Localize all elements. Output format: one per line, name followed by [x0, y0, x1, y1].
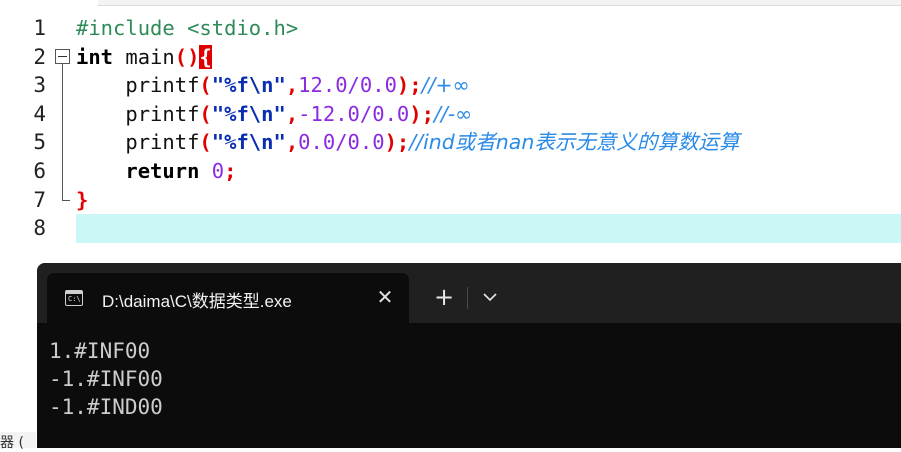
console-icon: C:\ [65, 290, 83, 306]
line-number: 8 [33, 216, 46, 241]
top-strip-line [98, 5, 901, 6]
preprocessor-directive: #include <stdio.h> [76, 16, 299, 40]
paren-open: ( [199, 73, 212, 98]
code-line-2: int main(){ [76, 43, 901, 72]
paren-open: ( [199, 130, 212, 155]
semicolon: ; [409, 73, 422, 98]
code-line-6: return 0; [76, 157, 901, 186]
printf-call: printf [76, 101, 200, 126]
comma: , [285, 73, 299, 98]
terminal-window[interactable]: C:\ D:\daima\C\数据类型.exe ✕ + 1.#INF00 -1.… [37, 263, 901, 448]
format-string: "%f\n" [211, 101, 286, 126]
line-number: 2 [33, 44, 46, 69]
tab-divider [467, 287, 468, 309]
line-number: 1 [33, 16, 46, 40]
output-line: 1.#INF00 [49, 339, 151, 363]
numeric-expression: 0.0/0.0 [298, 130, 385, 155]
comment: //+∞ [421, 73, 470, 98]
code-line-7: } [76, 186, 901, 215]
side-panel-fragment: 器 ( [0, 432, 36, 451]
paren-close: ) [409, 101, 422, 126]
comment: //ind或者nan表示无意义的算数运算 [409, 130, 740, 155]
code-editor[interactable]: 1 2 3 4 5 6 7 8 #include <stdio.h> int m… [0, 14, 901, 254]
printf-call: printf [76, 130, 200, 155]
numeric-expression: 12.0/0.0 [298, 73, 397, 98]
numeric-expression: -12.0/0.0 [298, 101, 410, 126]
comma: , [285, 130, 299, 155]
paren-close: ) [396, 73, 410, 98]
semicolon: ; [421, 101, 434, 126]
output-line: -1.#INF00 [49, 367, 163, 391]
semicolon: ; [396, 130, 410, 155]
chevron-down-icon[interactable] [477, 284, 503, 310]
code-area[interactable]: #include <stdio.h> int main(){ printf("%… [76, 14, 901, 243]
terminal-tab-bar: C:\ D:\daima\C\数据类型.exe ✕ + [37, 263, 901, 323]
console-icon-text: C:\ [68, 295, 81, 303]
keyword-return: return [76, 158, 200, 183]
top-strip [0, 0, 901, 6]
paren-open: ( [199, 101, 212, 126]
line-number: 7 [33, 187, 46, 212]
return-value: 0 [199, 158, 225, 183]
tab-title: D:\daima\C\数据类型.exe [102, 292, 292, 311]
format-string: "%f\n" [211, 130, 286, 155]
terminal-tab[interactable]: C:\ D:\daima\C\数据类型.exe ✕ [47, 273, 409, 323]
parentheses: () [174, 44, 200, 69]
comment: //-∞ [433, 101, 473, 126]
fold-guide-line [62, 64, 63, 200]
comma: , [285, 101, 299, 126]
closing-brace: } [76, 187, 89, 212]
code-line-8-current[interactable] [76, 214, 901, 243]
line-number-gutter: 1 2 3 4 5 6 7 8 [0, 14, 52, 243]
new-tab-button[interactable]: + [431, 284, 457, 310]
code-line-4: printf("%f\n",-12.0/0.0);//-∞ [76, 100, 901, 129]
fold-margin [52, 14, 74, 224]
format-string: "%f\n" [211, 73, 286, 98]
line-number: 3 [33, 73, 46, 98]
semicolon: ; [224, 158, 237, 183]
fold-end-marker [62, 200, 70, 201]
code-line-3: printf("%f\n",12.0/0.0);//+∞ [76, 71, 901, 100]
keyword-int: int [76, 44, 114, 69]
matched-brace-open: { [199, 44, 212, 69]
top-strip-segment [0, 0, 98, 6]
code-line-1: #include <stdio.h> [76, 14, 901, 43]
close-icon[interactable]: ✕ [373, 285, 397, 309]
line-number: 6 [33, 158, 46, 183]
code-line-5: printf("%f\n",0.0/0.0);//ind或者nan表示无意义的算… [76, 128, 901, 157]
paren-close: ) [384, 130, 397, 155]
output-line: -1.#IND00 [49, 395, 163, 419]
fold-collapse-icon[interactable] [55, 49, 70, 64]
line-number: 4 [33, 101, 46, 126]
terminal-output: 1.#INF00 -1.#INF00 -1.#IND00 [49, 337, 163, 421]
line-number: 5 [33, 130, 46, 155]
function-name: main [113, 44, 175, 69]
printf-call: printf [76, 73, 200, 98]
